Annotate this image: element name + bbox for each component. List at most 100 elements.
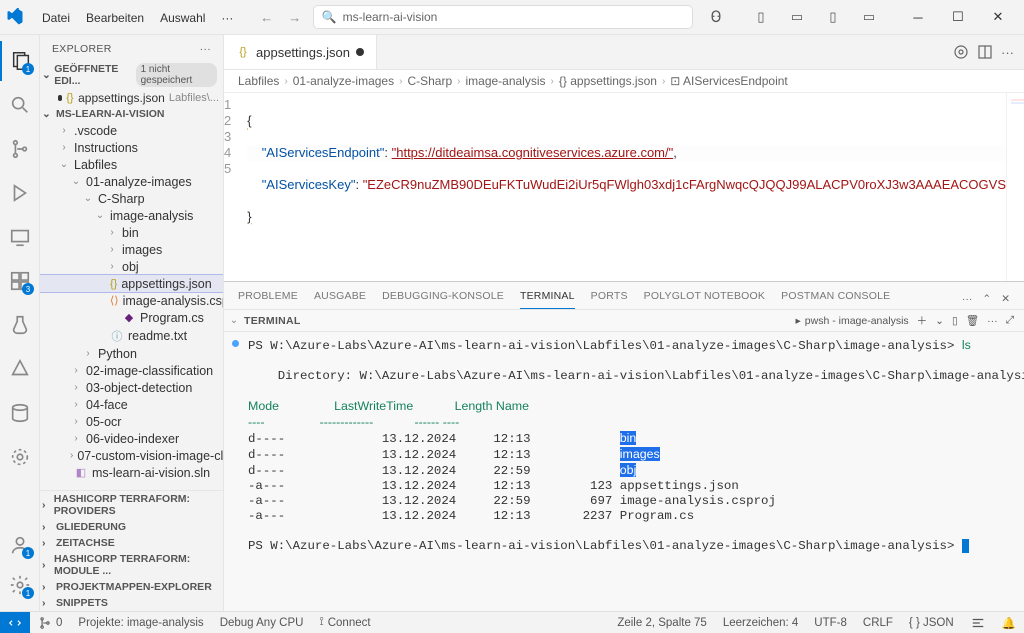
- more-icon[interactable]: ···: [987, 315, 998, 327]
- status-prettier[interactable]: [962, 616, 994, 630]
- add-terminal-icon[interactable]: ＋: [917, 313, 928, 328]
- tree-item[interactable]: ⌄image-analysis: [40, 207, 223, 224]
- panel-tab-postman console[interactable]: POSTMAN CONSOLE: [781, 288, 890, 309]
- close-icon[interactable]: ✕: [1001, 293, 1010, 305]
- statusbar: 0 Projekte: image-analysis Debug Any CPU…: [0, 611, 1024, 633]
- status-notifications[interactable]: 🔔: [994, 616, 1024, 630]
- tree-item[interactable]: ⌄Labfiles: [40, 156, 223, 173]
- code-content[interactable]: { "AIServicesEndpoint": "https://ditdeai…: [241, 93, 1006, 281]
- search-icon[interactable]: [0, 85, 40, 125]
- section-hashicorp terraform: providers[interactable]: ›HASHICORP TERRAFORM: PROVIDERS: [40, 491, 223, 519]
- layout-left-icon[interactable]: ▯: [746, 5, 776, 29]
- git-branch[interactable]: 0: [30, 616, 70, 630]
- panel-tab-debugging-konsole[interactable]: DEBUGGING-KONSOLE: [382, 288, 504, 309]
- testing-icon[interactable]: [0, 305, 40, 345]
- tree-item[interactable]: ›Instructions: [40, 139, 223, 156]
- nav-back-icon[interactable]: ←: [257, 7, 277, 27]
- tree-item[interactable]: ⌄01-analyze-images: [40, 173, 223, 190]
- status-lang[interactable]: { } JSON: [901, 616, 962, 630]
- panel-tab-terminal[interactable]: TERMINAL: [520, 288, 575, 309]
- database-icon[interactable]: [0, 393, 40, 433]
- maximize-panel-icon[interactable]: ⤢: [1006, 314, 1014, 327]
- workspace-section[interactable]: ⌄MS-LEARN-AI-VISION: [40, 106, 223, 122]
- layout-bottom-icon[interactable]: ▭: [782, 5, 812, 29]
- tree-item[interactable]: ›03-object-detection: [40, 379, 223, 396]
- status-project[interactable]: Projekte: image-analysis: [70, 617, 211, 629]
- more-icon[interactable]: ···: [1001, 45, 1014, 60]
- menu-auswahl[interactable]: Auswahl: [152, 7, 213, 29]
- tree-item[interactable]: ›images: [40, 241, 223, 258]
- terminal[interactable]: PS W:\Azure-Labs\Azure-AI\ms-learn-ai-vi…: [224, 332, 1024, 560]
- tree-item[interactable]: ›06-video-indexer: [40, 430, 223, 447]
- tree-item[interactable]: ⓘreadme.txt: [40, 326, 223, 345]
- panel-tab-ausgabe[interactable]: AUSGABE: [314, 288, 366, 309]
- chevron-down-icon[interactable]: ⌄: [228, 315, 240, 326]
- tree-item[interactable]: ›07-custom-vision-image-clas...: [40, 447, 223, 464]
- status-spaces[interactable]: Leerzeichen: 4: [715, 616, 806, 630]
- more-icon[interactable]: ···: [962, 293, 973, 305]
- tree-item[interactable]: ›.vscode: [40, 122, 223, 139]
- tree-item[interactable]: ›Python: [40, 345, 223, 362]
- trash-icon[interactable]: 🗑: [966, 314, 979, 327]
- shell-label[interactable]: ▸ pwsh - image-analysis: [796, 315, 909, 327]
- status-debug[interactable]: Debug Any CPU: [212, 617, 312, 629]
- split-terminal-icon[interactable]: ▯: [952, 315, 958, 327]
- menu-datei[interactable]: Datei: [34, 7, 78, 29]
- section-hashicorp terraform: module ...[interactable]: ›HASHICORP TERRAFORM: MODULE ...: [40, 551, 223, 579]
- section-projektmappen-explorer[interactable]: ›PROJEKTMAPPEN-EXPLORER: [40, 579, 223, 595]
- tree-item[interactable]: ⌄C-Sharp: [40, 190, 223, 207]
- status-position[interactable]: Zeile 2, Spalte 75: [609, 616, 715, 630]
- tab-appsettings[interactable]: {} appsettings.json: [224, 35, 377, 69]
- remote-icon[interactable]: [0, 217, 40, 257]
- remote-indicator[interactable]: [0, 612, 30, 633]
- run-debug-icon[interactable]: [0, 173, 40, 213]
- tree-item[interactable]: ›02-image-classification: [40, 362, 223, 379]
- preview-icon[interactable]: [953, 44, 969, 60]
- tree-item[interactable]: ›bin: [40, 224, 223, 241]
- status-encoding[interactable]: UTF-8: [806, 616, 855, 630]
- vscode-logo: [6, 8, 24, 26]
- window-maximize[interactable]: ☐: [938, 2, 978, 32]
- copilot-icon[interactable]: [701, 5, 731, 29]
- tree-item[interactable]: ◧ms-learn-ai-vision.sln: [40, 464, 223, 481]
- explorer-icon[interactable]: 1: [0, 41, 40, 81]
- layout-panel-icon[interactable]: ▭: [854, 5, 884, 29]
- status-connect[interactable]: ⟟ Connect: [311, 616, 378, 629]
- minimap[interactable]: [1006, 93, 1024, 281]
- panel-tab-probleme[interactable]: PROBLEME: [238, 288, 298, 309]
- azure-icon[interactable]: [0, 349, 40, 389]
- panel-tabs: PROBLEME AUSGABE DEBUGGING-KONSOLE TERMINAL…: [224, 282, 1024, 310]
- status-eol[interactable]: CRLF: [855, 616, 901, 630]
- source-control-icon[interactable]: [0, 129, 40, 169]
- dropdown-icon[interactable]: ⌄: [935, 315, 944, 327]
- modified-indicator: [356, 48, 364, 56]
- section-snippets[interactable]: ›SNIPPETS: [40, 595, 223, 611]
- open-editor-item[interactable]: {}appsettings.jsonLabfiles\...: [40, 89, 223, 106]
- layout-right-icon[interactable]: ▯: [818, 5, 848, 29]
- section-zeitachse[interactable]: ›ZEITACHSE: [40, 535, 223, 551]
- tree-item[interactable]: ›04-face: [40, 396, 223, 413]
- window-close[interactable]: ✕: [978, 2, 1018, 32]
- command-center[interactable]: 🔍 ms-learn-ai-vision: [313, 5, 693, 29]
- nav-fwd-icon[interactable]: →: [285, 7, 305, 27]
- extensions-icon[interactable]: 3: [0, 261, 40, 301]
- section-gliederung[interactable]: ›GLIEDERUNG: [40, 519, 223, 535]
- chevron-up-icon[interactable]: ⌃: [982, 293, 991, 305]
- menu-···[interactable]: ···: [213, 7, 241, 29]
- tree-item[interactable]: {}appsettings.json: [40, 275, 223, 292]
- account-icon[interactable]: 1: [0, 525, 40, 565]
- open-editors-section[interactable]: ⌄GEÖFFNETE EDI...1 nicht gespeichert: [40, 61, 223, 89]
- more-icon[interactable]: ···: [200, 43, 211, 55]
- tree-item[interactable]: ◆Program.cs: [40, 309, 223, 326]
- tree-item[interactable]: ›05-ocr: [40, 413, 223, 430]
- window-minimize[interactable]: ─: [898, 2, 938, 32]
- split-icon[interactable]: [977, 44, 993, 60]
- misc-icon[interactable]: [0, 437, 40, 477]
- panel-tab-polyglot notebook[interactable]: POLYGLOT NOTEBOOK: [644, 288, 765, 309]
- tree-item[interactable]: ›obj: [40, 258, 223, 275]
- settings-icon[interactable]: 1: [0, 565, 40, 605]
- breadcrumb[interactable]: Labfiles›01-analyze-images›C-Sharp›image…: [224, 70, 1024, 93]
- panel-tab-ports[interactable]: PORTS: [591, 288, 628, 309]
- tree-item[interactable]: ⟨⟩image-analysis.csproj: [40, 292, 223, 309]
- menu-bearbeiten[interactable]: Bearbeiten: [78, 7, 152, 29]
